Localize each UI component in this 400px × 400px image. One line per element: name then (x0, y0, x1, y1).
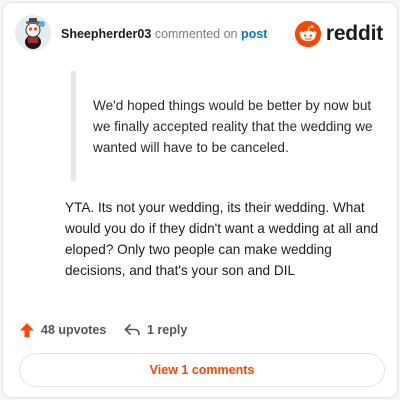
upvote-button[interactable]: 48 upvotes (19, 319, 106, 341)
upvote-arrow-icon (20, 323, 34, 337)
commented-on-label: commented on (154, 27, 238, 41)
reply-icon (124, 324, 140, 336)
comment-body: YTA. Its not your wedding, its their wed… (65, 200, 379, 278)
reddit-logo[interactable]: reddit (294, 21, 383, 47)
reply-count: 1 reply (147, 323, 188, 337)
reply-button[interactable]: 1 reply (123, 319, 187, 341)
reddit-alien-icon (294, 21, 321, 47)
quote-text: We'd hoped things would be better by now… (93, 98, 373, 155)
comment-header: Sheepherder03 commented on post reddit (15, 15, 385, 55)
comment-card: Sheepherder03 commented on post reddit W… (2, 2, 398, 398)
comment-byline: Sheepherder03 commented on post (61, 27, 267, 41)
quote-bar (71, 71, 76, 181)
user-avatar[interactable] (15, 15, 51, 51)
quoted-text-block: We'd hoped things would be better by now… (71, 71, 373, 181)
view-comments-button[interactable]: View 1 comments (19, 353, 385, 387)
upvote-count: 48 upvotes (41, 323, 107, 337)
reddit-wordmark: reddit (325, 22, 383, 45)
username-link[interactable]: Sheepherder03 (61, 27, 151, 41)
post-link[interactable]: post (241, 27, 267, 41)
